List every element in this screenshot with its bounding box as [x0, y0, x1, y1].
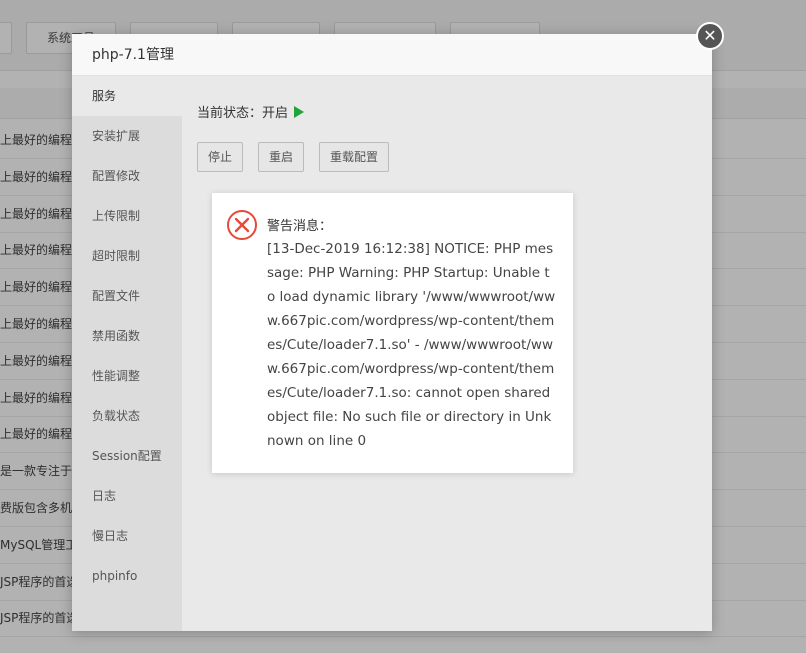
service-status-label: 当前状态：开启	[197, 106, 289, 121]
service-status: 当前状态：开启	[197, 102, 305, 121]
alert-title: 警告消息：	[267, 219, 333, 234]
sidebar-item-load-status[interactable]: 负载状态	[72, 396, 182, 436]
modal-title: php-7.1管理	[72, 34, 712, 76]
sidebar-item-config-file[interactable]: 配置文件	[72, 276, 182, 316]
sidebar-item-phpinfo[interactable]: phpinfo	[72, 556, 182, 596]
sidebar-item-config-edit[interactable]: 配置修改	[72, 156, 182, 196]
modal-sidebar: 服务 安装扩展 配置修改 上传限制 超时限制 配置文件 禁用函数 性能调整 负载…	[72, 76, 182, 631]
reload-config-button[interactable]: 重载配置	[319, 142, 390, 172]
error-icon	[227, 210, 257, 240]
restart-button[interactable]: 重启	[258, 142, 305, 172]
sidebar-item-disabled-functions[interactable]: 禁用函数	[72, 316, 182, 356]
close-icon[interactable]: ✕	[696, 22, 724, 50]
stop-button[interactable]: 停止	[197, 142, 244, 172]
sidebar-item-timeout-limit[interactable]: 超时限制	[72, 236, 182, 276]
sidebar-item-upload-limit[interactable]: 上传限制	[72, 196, 182, 236]
sidebar-item-session-config[interactable]: Session配置	[72, 436, 182, 476]
sidebar-item-install-extension[interactable]: 安装扩展	[72, 116, 182, 156]
alert-message: [13-Dec-2019 16:12:38] NOTICE: PHP messa…	[267, 241, 556, 449]
sidebar-item-performance[interactable]: 性能调整	[72, 356, 182, 396]
warning-alert: 警告消息： [13-Dec-2019 16:12:38] NOTICE: PHP…	[212, 193, 573, 473]
sidebar-item-slow-log[interactable]: 慢日志	[72, 516, 182, 556]
sidebar-item-log[interactable]: 日志	[72, 476, 182, 516]
play-icon	[294, 106, 305, 118]
sidebar-item-service[interactable]: 服务	[72, 76, 182, 116]
